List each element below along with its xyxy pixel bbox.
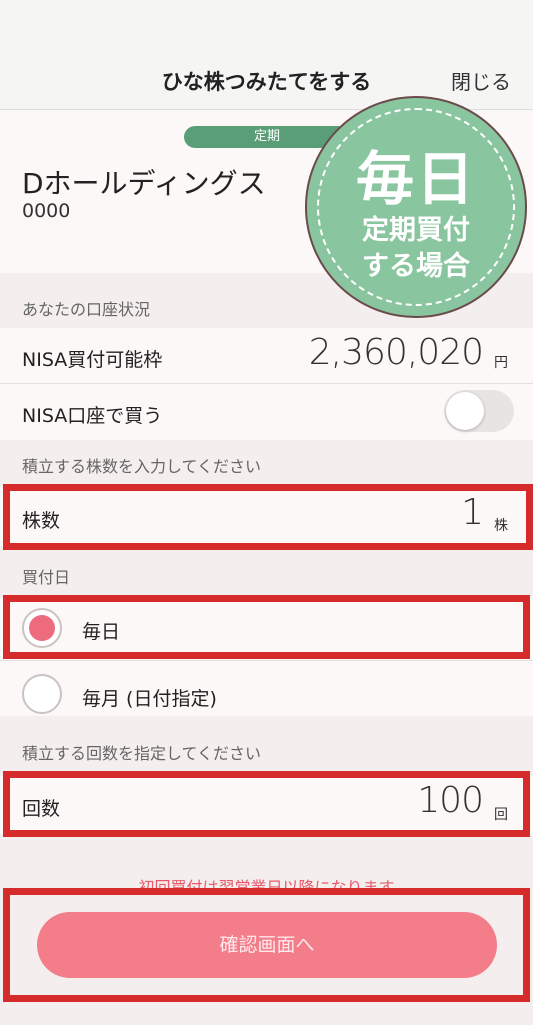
buy-day-section-label: 買付日 [22,568,71,587]
close-button[interactable]: 閉じる [451,66,511,95]
highlight-frame [3,771,530,837]
stock-code: 0000 [22,200,71,222]
toggle-knob [446,392,484,430]
account-section-label: あなたの口座状況 [22,300,151,319]
stamp-line-1: 定期買付 [362,215,470,246]
count-section-label: 積立する回数を指定してください [22,744,262,763]
nisa-limit-unit: 円 [494,355,508,371]
shares-section-label: 積立する株数を入力してください [22,457,262,476]
option-monthly-label[interactable]: 毎月 (日付指定) [82,684,217,711]
nisa-toggle[interactable] [444,390,514,432]
radio-monthly[interactable] [22,674,62,714]
nisa-buy-label: NISA口座で買う [22,405,163,427]
highlight-frame [3,484,533,550]
nisa-limit-label: NISA買付可能枠 [22,349,163,371]
daily-purchase-stamp: 毎日 定期買付 する場合 [305,96,527,318]
highlight-frame [3,595,530,659]
highlight-frame [3,888,530,1002]
divider [0,660,533,661]
divider [0,383,533,384]
nav-header: ひな株つみたてをする 閉じる [0,0,533,110]
nisa-limit-value: 2,360,020 [308,332,484,373]
stamp-line-2: する場合 [362,251,470,282]
stamp-title: 毎日 [355,145,476,213]
stock-name: Dホールディングス [22,167,266,200]
